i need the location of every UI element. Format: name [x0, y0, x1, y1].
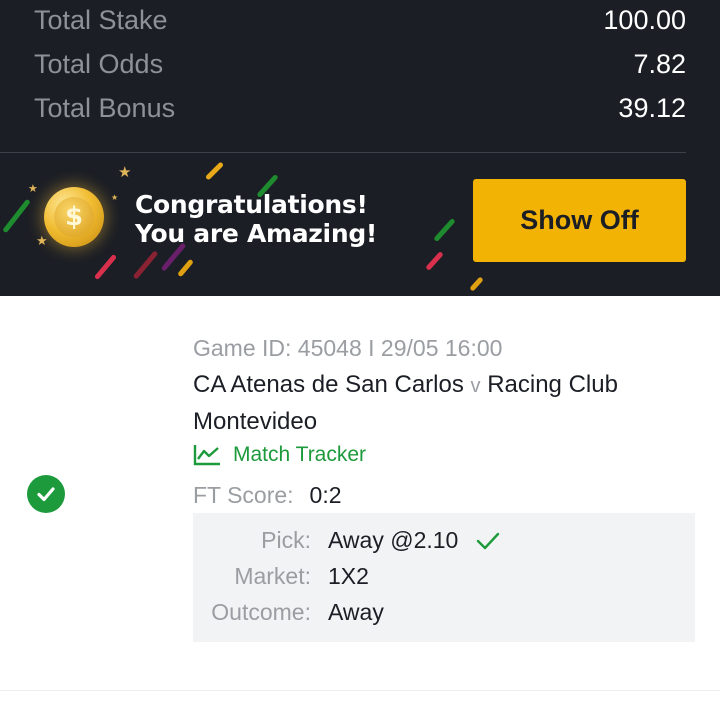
match-tracker-link[interactable]: Match Tracker — [193, 443, 366, 467]
confetti-stick — [132, 250, 159, 280]
confetti-stick — [177, 258, 194, 278]
sparkle-star-icon: ★ — [111, 193, 119, 202]
congrats-message: Congratulations! You are Amazing! — [135, 190, 377, 248]
home-team: CA Atenas de San Carlos — [193, 371, 464, 398]
ft-score: FT Score: 0:2 — [193, 482, 342, 509]
check-circle-icon — [27, 475, 65, 513]
match-tracker-label: Match Tracker — [233, 443, 367, 466]
outcome-row: Outcome: Away — [193, 599, 695, 629]
chart-line-icon — [193, 445, 220, 466]
total-stake-value: 100.00 — [603, 4, 686, 35]
total-stake-label: Total Stake — [34, 4, 168, 35]
coin-icon: $ — [44, 187, 104, 247]
show-off-button[interactable]: Show Off — [473, 179, 686, 262]
pick-value: Away @2.10 — [328, 527, 459, 553]
outcome-label: Outcome: — [211, 599, 311, 625]
confetti-stick — [93, 253, 118, 281]
sparkle-star-icon: ★ — [36, 233, 48, 248]
sparkle-star-icon: ★ — [118, 164, 132, 181]
ft-score-label: FT Score: — [193, 482, 294, 508]
ft-score-value: 0:2 — [309, 482, 342, 508]
selection-details: Pick: Away @2.10 Market: 1X2 Outcome: Aw… — [193, 513, 695, 642]
pick-label: Pick: — [261, 527, 311, 553]
game-id: Game ID: 45048 I 29/05 16:00 — [193, 335, 503, 361]
total-bonus-value: 39.12 — [618, 92, 686, 123]
bet-summary-panel: Total Stake 100.00 Total Odds 7.82 Total… — [0, 0, 720, 296]
summary-divider — [0, 152, 686, 153]
pick-value-wrap: Away @2.10 — [328, 527, 500, 554]
pick-row: Pick: Away @2.10 — [193, 527, 695, 557]
total-odds-value: 7.82 — [633, 48, 686, 79]
total-bonus-label: Total Bonus — [34, 92, 176, 123]
market-row: Market: 1X2 — [193, 563, 695, 593]
total-odds-row: Total Odds 7.82 — [34, 44, 686, 84]
confetti-stick — [204, 161, 225, 181]
confetti-stick — [433, 217, 456, 243]
confetti-stick — [425, 251, 444, 271]
sparkle-star-icon: ★ — [28, 183, 38, 195]
won-check-icon — [477, 532, 500, 549]
total-stake-row: Total Stake 100.00 — [34, 0, 686, 40]
total-bonus-row: Total Bonus 39.12 — [34, 88, 686, 128]
congrats-line-2: You are Amazing! — [135, 219, 378, 248]
confetti-stick — [469, 276, 484, 292]
market-label: Market: — [234, 563, 311, 589]
bottom-divider — [0, 690, 720, 691]
coin-symbol: $ — [54, 197, 94, 237]
match-teams: CA Atenas de San Carlos v Racing Club Mo… — [193, 367, 695, 440]
market-value: 1X2 — [328, 563, 369, 589]
versus-label: v — [470, 375, 481, 397]
congrats-line-1: Congratulations! — [135, 190, 368, 219]
outcome-value: Away — [328, 599, 384, 625]
total-odds-label: Total Odds — [34, 48, 164, 79]
confetti-stick — [2, 198, 31, 234]
